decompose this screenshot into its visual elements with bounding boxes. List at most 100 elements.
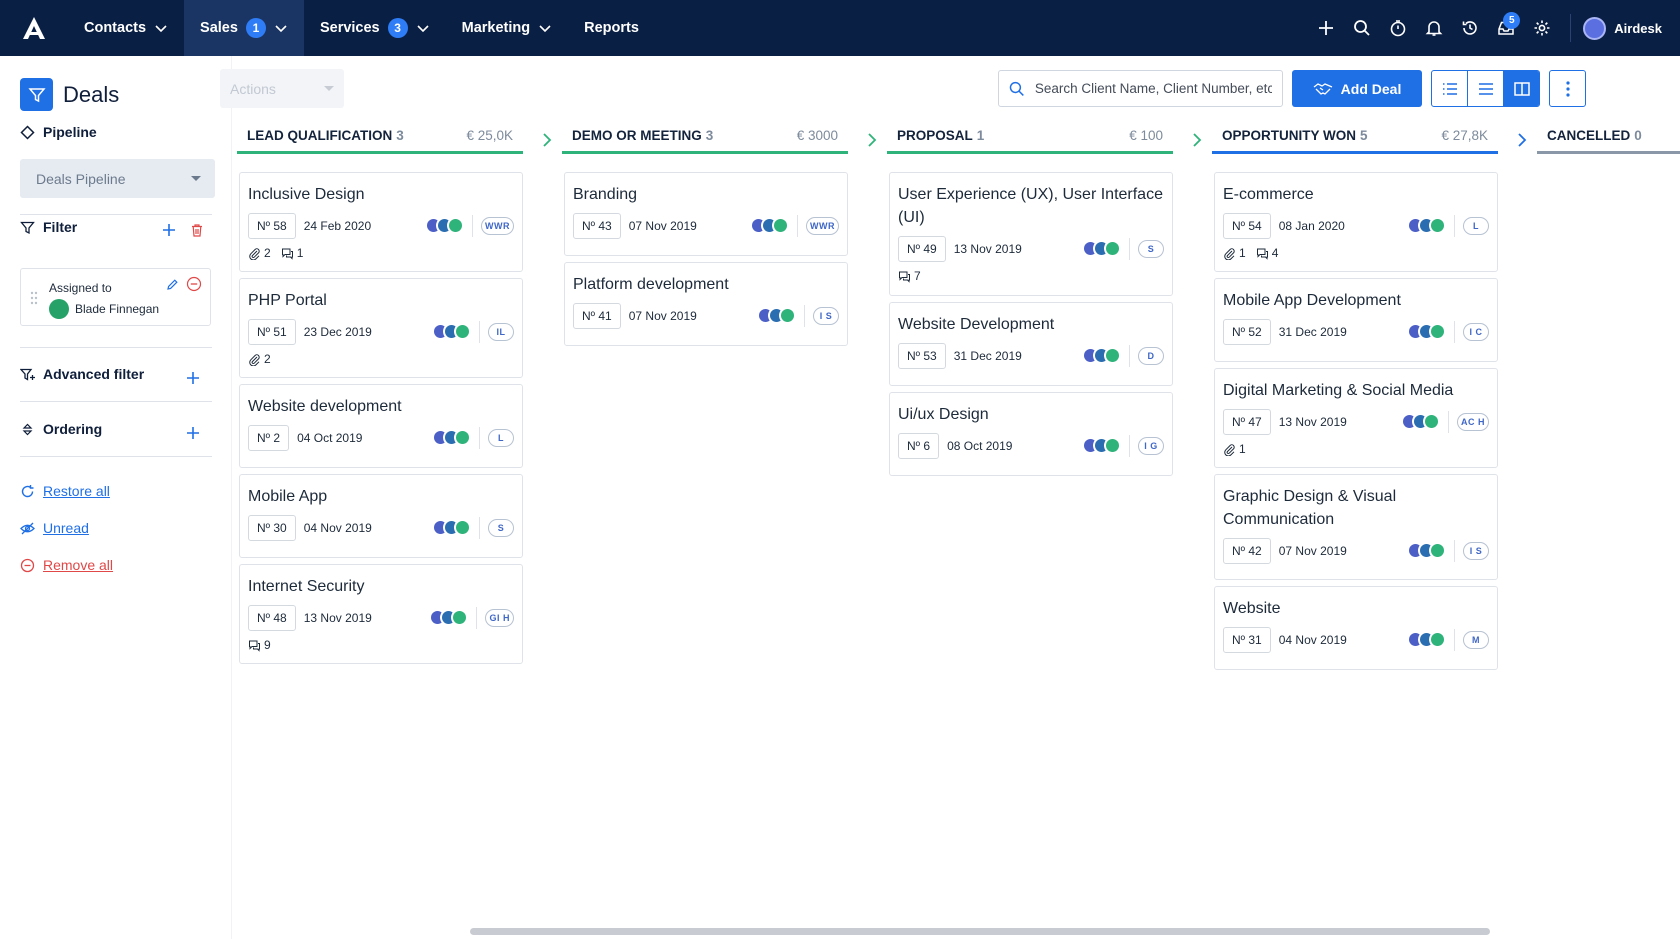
client-company[interactable]: IL bbox=[479, 320, 514, 343]
account-menu[interactable]: Airdesk bbox=[1583, 16, 1680, 40]
assignee-avatars[interactable] bbox=[1082, 347, 1121, 364]
deal-card[interactable]: Mobile App Nº 30 04 Nov 2019 S bbox=[239, 474, 523, 558]
column-header[interactable]: OPPORTUNITY WON 5 € 27,8K bbox=[1212, 120, 1498, 154]
drag-handle-icon[interactable] bbox=[30, 291, 38, 305]
add-filter-plus-icon[interactable] bbox=[162, 223, 176, 237]
add-ordering-plus-icon[interactable] bbox=[186, 426, 200, 440]
client-company[interactable]: L bbox=[1454, 214, 1489, 237]
nav-services[interactable]: Services 3 bbox=[304, 0, 446, 56]
client-company[interactable]: I G bbox=[1129, 434, 1164, 457]
global-search-button[interactable] bbox=[1344, 0, 1380, 56]
deal-title: Graphic Design & Visual Communication bbox=[1223, 488, 1397, 528]
add-button[interactable] bbox=[1308, 0, 1344, 56]
client-company[interactable]: L bbox=[479, 426, 514, 449]
client-company[interactable]: I S bbox=[1454, 539, 1489, 562]
deal-card[interactable]: Internet Security Nº 48 13 Nov 2019 GI H 9 bbox=[239, 564, 523, 664]
assignee-avatars[interactable] bbox=[1407, 631, 1446, 648]
nav-reports[interactable]: Reports bbox=[568, 0, 655, 56]
column-header[interactable]: DEMO OR MEETING 3 € 3000 bbox=[562, 120, 848, 154]
client-company[interactable]: S bbox=[479, 516, 514, 539]
remove-filter-icon[interactable] bbox=[186, 276, 202, 292]
deal-card[interactable]: Branding Nº 43 07 Nov 2019 WWR bbox=[564, 172, 848, 256]
assignee-avatars[interactable] bbox=[750, 217, 789, 234]
deal-card[interactable]: Website Nº 31 04 Nov 2019 M bbox=[1214, 586, 1498, 670]
funnel-icon bbox=[20, 221, 35, 234]
deal-card[interactable]: User Experience (UX), User Interface (UI… bbox=[889, 172, 1173, 296]
deal-card[interactable]: Graphic Design & Visual Communication Nº … bbox=[1214, 474, 1498, 580]
page-title: Deals bbox=[63, 81, 120, 107]
nav-contacts[interactable]: Contacts bbox=[68, 0, 184, 56]
deal-card[interactable]: Ui/ux Design Nº 6 08 Oct 2019 I G bbox=[889, 392, 1173, 476]
inbox-button[interactable]: 5 bbox=[1488, 0, 1524, 56]
company-logo: AC H bbox=[1457, 412, 1489, 431]
client-company[interactable]: M bbox=[1454, 628, 1489, 651]
assignee-avatars[interactable] bbox=[1082, 240, 1121, 257]
deal-meta: 1 bbox=[1223, 435, 1489, 463]
unread-link[interactable]: Unread bbox=[20, 520, 89, 536]
history-button[interactable] bbox=[1452, 0, 1488, 56]
assignee-avatars[interactable] bbox=[432, 429, 471, 446]
assignee-avatars[interactable] bbox=[757, 307, 796, 324]
timer-button[interactable] bbox=[1380, 0, 1416, 56]
notifications-button[interactable] bbox=[1416, 0, 1452, 56]
client-company[interactable]: GI H bbox=[476, 606, 514, 629]
remove-circle-icon bbox=[20, 558, 35, 572]
client-company[interactable]: WWR bbox=[797, 214, 839, 237]
company-logo: I G bbox=[1138, 436, 1164, 455]
attachments-value: 1 bbox=[1239, 442, 1246, 456]
edit-pencil-icon[interactable] bbox=[166, 278, 179, 291]
column-header[interactable]: LEAD QUALIFICATION 3 € 25,0K bbox=[237, 120, 523, 154]
assignee-avatars[interactable] bbox=[1407, 323, 1446, 340]
deal-card[interactable]: Inclusive Design Nº 58 24 Feb 2020 WWR 2 1 bbox=[239, 172, 523, 272]
airdesk-logo[interactable] bbox=[0, 0, 68, 56]
client-company[interactable]: S bbox=[1129, 237, 1164, 260]
add-advanced-filter-plus-icon[interactable] bbox=[186, 371, 200, 385]
deal-date: 13 Nov 2019 bbox=[953, 241, 1022, 256]
column-header[interactable]: PROPOSAL 1 € 100 bbox=[887, 120, 1173, 154]
client-company[interactable]: AC H bbox=[1448, 410, 1489, 433]
client-company[interactable]: I S bbox=[804, 304, 839, 327]
column-count: 3 bbox=[705, 128, 714, 143]
pipeline-select[interactable]: Deals Pipeline bbox=[20, 159, 215, 198]
user-avatar bbox=[1104, 240, 1121, 257]
column-count: 3 bbox=[396, 128, 404, 143]
filter-toggle-button[interactable] bbox=[20, 78, 53, 111]
restore-all-label: Restore all bbox=[43, 483, 110, 499]
deal-card[interactable]: Mobile App Development Nº 52 31 Dec 2019 I … bbox=[1214, 278, 1498, 362]
deal-card[interactable]: PHP Portal Nº 51 23 Dec 2019 IL 2 bbox=[239, 278, 523, 378]
client-company[interactable]: I C bbox=[1454, 320, 1489, 343]
inbox-count-badge: 5 bbox=[1503, 12, 1521, 29]
assignee-avatars[interactable] bbox=[425, 217, 464, 234]
attachments-count: 2 bbox=[248, 246, 271, 260]
horizontal-scrollbar[interactable] bbox=[470, 928, 1490, 935]
remove-all-link[interactable]: Remove all bbox=[20, 557, 113, 573]
settings-button[interactable] bbox=[1524, 0, 1560, 56]
deal-card[interactable]: Digital Marketing & Social Media Nº 47 13 … bbox=[1214, 368, 1498, 468]
assignee-avatars[interactable] bbox=[432, 323, 471, 340]
client-company[interactable]: WWR bbox=[472, 214, 514, 237]
assignee-avatars[interactable] bbox=[1407, 542, 1446, 559]
search-input[interactable] bbox=[1034, 81, 1272, 96]
nav-marketing[interactable]: Marketing bbox=[446, 0, 569, 56]
deal-card[interactable]: Platform development Nº 41 07 Nov 2019 I S bbox=[564, 262, 848, 346]
assignee-avatars[interactable] bbox=[1082, 437, 1121, 454]
assignee-avatars[interactable] bbox=[429, 609, 469, 626]
column-header[interactable]: CANCELLED 0 bbox=[1537, 120, 1680, 154]
delete-filters-trash-icon[interactable] bbox=[190, 223, 204, 237]
client-company[interactable]: D bbox=[1129, 344, 1164, 367]
deal-card[interactable]: E-commerce Nº 54 08 Jan 2020 L 1 4 bbox=[1214, 172, 1498, 272]
view-compact-button[interactable] bbox=[1468, 71, 1504, 106]
view-list-button[interactable] bbox=[1432, 71, 1468, 106]
nav-sales[interactable]: Sales 1 bbox=[184, 0, 304, 56]
assignee-avatars[interactable] bbox=[1401, 413, 1440, 430]
more-options-button[interactable] bbox=[1549, 70, 1586, 107]
deal-card[interactable]: Website Development Nº 53 31 Dec 2019 D bbox=[889, 302, 1173, 386]
pipeline-column: DEMO OR MEETING 3 € 3000 Branding Nº 43 07 No… bbox=[543, 120, 848, 346]
restore-all-link[interactable]: Restore all bbox=[20, 483, 110, 499]
assignee-avatars[interactable] bbox=[432, 519, 471, 536]
actions-dropdown[interactable]: Actions bbox=[220, 69, 344, 108]
assignee-avatars[interactable] bbox=[1407, 217, 1446, 234]
add-deal-button[interactable]: Add Deal bbox=[1292, 70, 1422, 107]
deal-card[interactable]: Website development Nº 2 04 Oct 2019 L bbox=[239, 384, 523, 468]
view-board-button[interactable] bbox=[1504, 71, 1539, 106]
